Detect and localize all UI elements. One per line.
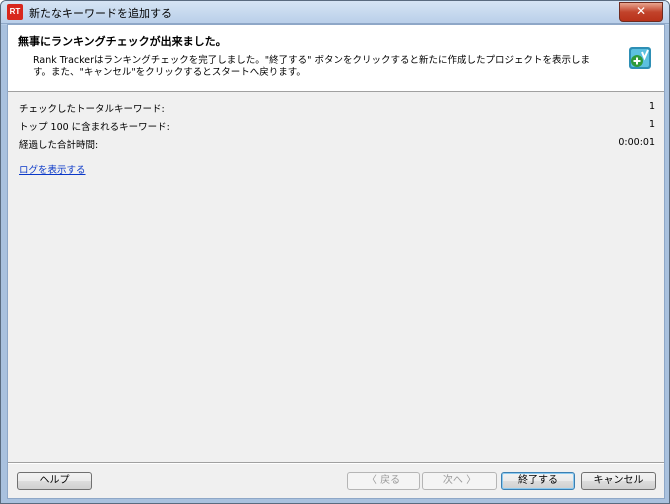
stat-label: トップ 100 に含まれるキーワード: — [19, 122, 170, 133]
button-separator — [8, 462, 664, 464]
title-bar[interactable]: RT 新たなキーワードを追加する ✕ — [1, 1, 669, 24]
app-icon: RT — [7, 4, 23, 20]
stat-label: チェックしたトータルキーワード: — [19, 104, 165, 115]
stat-label: 経過した合計時間: — [19, 140, 99, 151]
add-keyword-icon — [629, 47, 651, 69]
dialog-window: RT 新たなキーワードを追加する ✕ 無事にランキングチェックが出来ました。 R… — [0, 0, 670, 504]
window-title: 新たなキーワードを追加する — [29, 7, 172, 20]
finish-button[interactable]: 終了する — [501, 472, 575, 490]
stats-list: チェックしたトータルキーワード: 1 トップ 100 に含まれるキーワード: 1… — [19, 101, 655, 155]
stat-value: 0:00:01 — [618, 137, 655, 148]
next-button[interactable]: 次へ 〉 — [422, 472, 497, 490]
header-title: 無事にランキングチェックが出来ました。 — [18, 35, 227, 48]
back-button[interactable]: 〈 戻る — [347, 472, 420, 490]
stat-value: 1 — [648, 101, 655, 112]
header-description: Rank Trackerはランキングチェックを完了しました。"終了する" ボタン… — [33, 55, 591, 78]
help-button[interactable]: ヘルプ — [17, 472, 92, 490]
stat-row-total-keywords: チェックしたトータルキーワード: 1 — [19, 101, 655, 119]
cancel-button[interactable]: キャンセル — [581, 472, 656, 490]
wizard-header: 無事にランキングチェックが出来ました。 Rank Trackerはランキングチェ… — [8, 25, 664, 92]
show-log-link[interactable]: ログを表示する — [19, 162, 86, 176]
stat-row-top100-keywords: トップ 100 に含まれるキーワード: 1 — [19, 119, 655, 137]
close-button[interactable]: ✕ — [619, 2, 663, 22]
stat-row-elapsed-time: 経過した合計時間: 0:00:01 — [19, 137, 655, 155]
dialog-client-area: 無事にランキングチェックが出来ました。 Rank Trackerはランキングチェ… — [7, 24, 665, 499]
close-icon: ✕ — [635, 4, 647, 18]
stat-value: 1 — [648, 119, 655, 130]
